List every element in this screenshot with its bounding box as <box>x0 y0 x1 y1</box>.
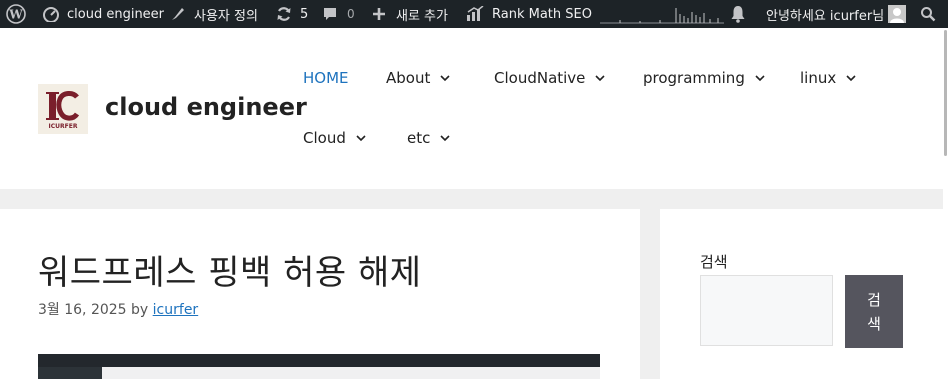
search-input[interactable] <box>700 275 833 346</box>
chevron-down-icon <box>755 75 765 82</box>
nav-about-label: About <box>386 69 431 87</box>
post-meta: 3월 16, 2025 by icurfer <box>38 299 198 319</box>
nav-etc[interactable]: etc <box>407 126 450 150</box>
logo-lettering: ICURFER <box>49 123 78 130</box>
nav-cloudnative-label: CloudNative <box>494 69 586 87</box>
admin-bar-site[interactable]: cloud engineer <box>42 0 164 28</box>
admin-bar-comments[interactable]: 0 <box>322 0 355 28</box>
nav-cloud[interactable]: Cloud <box>303 126 366 150</box>
post-date: 3월 16, 2025 <box>38 302 127 318</box>
nav-cloud-label: Cloud <box>303 129 346 147</box>
nav-about[interactable]: About <box>386 66 450 90</box>
site-header: ICURFER cloud engineer HOME About CloudN… <box>0 28 943 189</box>
admin-bar-new-label: 새로 추가 <box>396 8 448 24</box>
site-logo[interactable]: ICURFER <box>38 84 88 134</box>
avatar <box>888 5 907 23</box>
search-widget-title: 검색 <box>700 253 728 271</box>
nav-etc-label: etc <box>407 129 431 147</box>
featured-image-sidebar <box>38 367 102 379</box>
chevron-down-icon <box>440 135 450 142</box>
post-featured-image[interactable] <box>38 354 600 379</box>
home-dashboard-icon <box>43 7 59 22</box>
admin-bar-customize-label: 사용자 정의 <box>194 8 258 24</box>
brush-icon <box>172 8 184 20</box>
nav-home[interactable]: HOME <box>303 66 349 90</box>
admin-bar-rank-math[interactable]: Rank Math SEO <box>466 0 592 28</box>
admin-bar-new[interactable]: 새로 추가 <box>372 0 448 28</box>
featured-image-main <box>102 367 600 379</box>
nav-cloudnative[interactable]: CloudNative <box>494 66 605 90</box>
wordpress-logo-icon[interactable]: W <box>6 0 26 28</box>
comment-icon <box>324 8 336 20</box>
nav-linux-label: linux <box>800 69 837 87</box>
admin-bar-account[interactable]: 안녕하세요 icurfer님 <box>766 0 907 28</box>
notifications-bell-icon[interactable] <box>730 0 746 28</box>
admin-bar-site-name: cloud engineer <box>67 6 165 22</box>
nav-home-label: HOME <box>303 69 349 87</box>
chevron-down-icon <box>595 75 605 82</box>
admin-bar-rank-math-label: Rank Math SEO <box>492 6 592 22</box>
chevron-down-icon <box>440 75 450 82</box>
stats-sparkline-icon <box>600 8 724 24</box>
page-scrollbar[interactable] <box>943 28 948 379</box>
admin-bar-search-icon[interactable] <box>920 0 936 28</box>
post-article: 워드프레스 핑백 허용 해제 3월 16, 2025 by icurfer <box>0 209 640 379</box>
comments-count: 0 <box>347 7 355 21</box>
post-author-link[interactable]: icurfer <box>153 302 199 318</box>
plus-icon <box>373 8 385 20</box>
admin-bar-updates[interactable]: 5 <box>275 0 308 28</box>
search-button[interactable]: 검색 <box>845 275 903 348</box>
nav-programming-label: programming <box>643 69 745 87</box>
svg-text:W: W <box>8 8 23 22</box>
post-title: 워드프레스 핑백 허용 해제 <box>38 253 422 293</box>
refresh-icon <box>277 7 291 21</box>
admin-bar-customize[interactable]: 사용자 정의 <box>170 0 258 28</box>
post-by: by <box>131 302 149 318</box>
chevron-down-icon <box>356 135 366 142</box>
scrollbar-thumb[interactable] <box>944 30 947 156</box>
rank-math-icon <box>467 6 484 21</box>
admin-bar-stats-graph[interactable] <box>600 0 724 28</box>
nav-linux[interactable]: linux <box>800 66 856 90</box>
site-title[interactable]: cloud engineer <box>105 93 307 121</box>
chevron-down-icon <box>846 75 856 82</box>
nav-programming[interactable]: programming <box>643 66 765 90</box>
admin-bar: W cloud engineer 사용자 정의 5 0 새로 추가 Rank M… <box>0 0 948 28</box>
sidebar: 검색 검색 <box>660 209 943 379</box>
featured-image-admin-bar <box>38 354 600 367</box>
admin-bar-greeting: 안녕하세요 icurfer님 <box>766 8 885 24</box>
updates-count: 5 <box>300 6 309 22</box>
